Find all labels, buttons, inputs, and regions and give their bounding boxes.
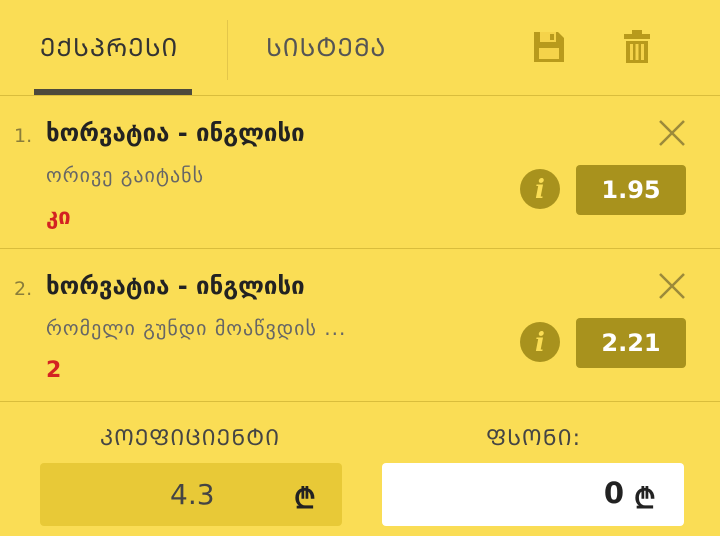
coefficient-display: 4.3 ₾ <box>40 463 342 526</box>
save-icon[interactable] <box>532 30 566 68</box>
bet-match-title: ხორვატია - ინგლისი <box>46 272 305 300</box>
odds-button[interactable]: 1.95 <box>576 165 686 215</box>
tab-divider <box>227 20 228 80</box>
close-icon[interactable] <box>658 119 686 151</box>
bet-market: რომელი გუნდი მოაწვდის ... <box>46 316 347 340</box>
stake-label: ᲤᲡᲝᲜᲘ: <box>486 426 582 451</box>
info-icon[interactable]: i <box>520 322 560 366</box>
bet-item: 1. ხორვატია - ინგლისი ორივე გაიტანს კი i… <box>0 97 720 249</box>
bet-item: 2. ხორვატია - ინგლისი რომელი გუნდი მოაწვ… <box>0 250 720 402</box>
svg-text:i: i <box>535 328 545 358</box>
bet-slip-header: ᲔᲥᲡᲞᲠᲔᲡᲘ ᲡᲘᲡᲢᲔᲛᲐ <box>0 0 720 96</box>
bet-pick: კი <box>46 205 71 230</box>
odds-button[interactable]: 2.21 <box>576 318 686 368</box>
lari-currency-icon: ₾ <box>294 482 316 515</box>
trash-icon[interactable] <box>624 30 650 68</box>
coefficient-label: ᲙᲝᲔᲤᲘᲪᲘᲔᲜᲢᲘ <box>100 426 281 451</box>
info-icon[interactable]: i <box>520 169 560 213</box>
stake-input[interactable]: 0 ₾ <box>382 463 684 526</box>
bet-market: ორივე გაიტანს <box>46 163 205 187</box>
lari-currency-icon: ₾ <box>634 482 656 515</box>
tab-express[interactable]: ᲔᲥᲡᲞᲠᲔᲡᲘ <box>40 30 178 64</box>
close-icon[interactable] <box>658 272 686 304</box>
bet-slip-footer: ᲙᲝᲔᲤᲘᲪᲘᲔᲜᲢᲘ ᲤᲡᲝᲜᲘ: 4.3 ₾ 0 ₾ <box>0 403 720 536</box>
svg-text:i: i <box>535 175 545 205</box>
active-tab-indicator <box>34 89 192 95</box>
coefficient-value: 4.3 <box>170 478 215 511</box>
bet-match-title: ხორვატია - ინგლისი <box>46 119 305 147</box>
bet-pick: 2 <box>46 358 62 383</box>
stake-value[interactable]: 0 <box>604 476 624 510</box>
tab-system[interactable]: ᲡᲘᲡᲢᲔᲛᲐ <box>266 30 386 64</box>
bet-number: 2. <box>14 278 33 300</box>
bet-number: 1. <box>14 125 33 147</box>
